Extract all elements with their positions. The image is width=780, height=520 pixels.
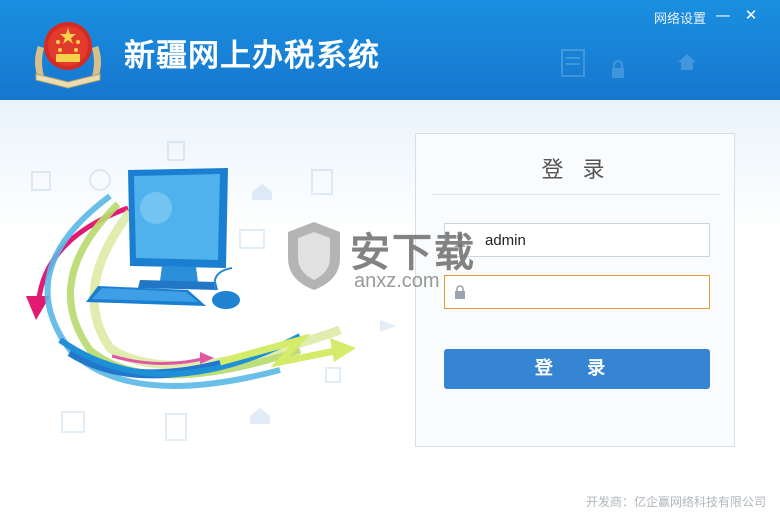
title-bar: 新疆网上办税系统 网络设置 — ✕: [0, 0, 780, 100]
decorative-home-icon: [678, 54, 696, 70]
network-settings-link[interactable]: 网络设置: [654, 8, 706, 27]
shield-icon: [288, 222, 340, 290]
footer: 开发商：亿企赢网络科技有限公司: [0, 480, 780, 520]
close-button[interactable]: ✕: [740, 4, 762, 26]
login-button[interactable]: 登 录: [444, 349, 710, 389]
watermark-subtext: anxz.com: [354, 270, 440, 292]
emblem-icon: [35, 22, 101, 89]
decorative-lock-icon: [612, 60, 624, 78]
divider: [432, 194, 720, 195]
computer-icon: [128, 168, 228, 290]
decorative-document-icon: [561, 49, 585, 77]
minimize-button[interactable]: —: [712, 4, 734, 26]
mouse-icon: [212, 267, 240, 309]
watermark: 安下载 anxz.com: [282, 218, 502, 304]
app-title: 新疆网上办税系统: [124, 38, 380, 74]
login-title: 登 录: [541, 158, 611, 183]
developer-credit: 开发商：亿企赢网络科技有限公司: [585, 495, 766, 509]
